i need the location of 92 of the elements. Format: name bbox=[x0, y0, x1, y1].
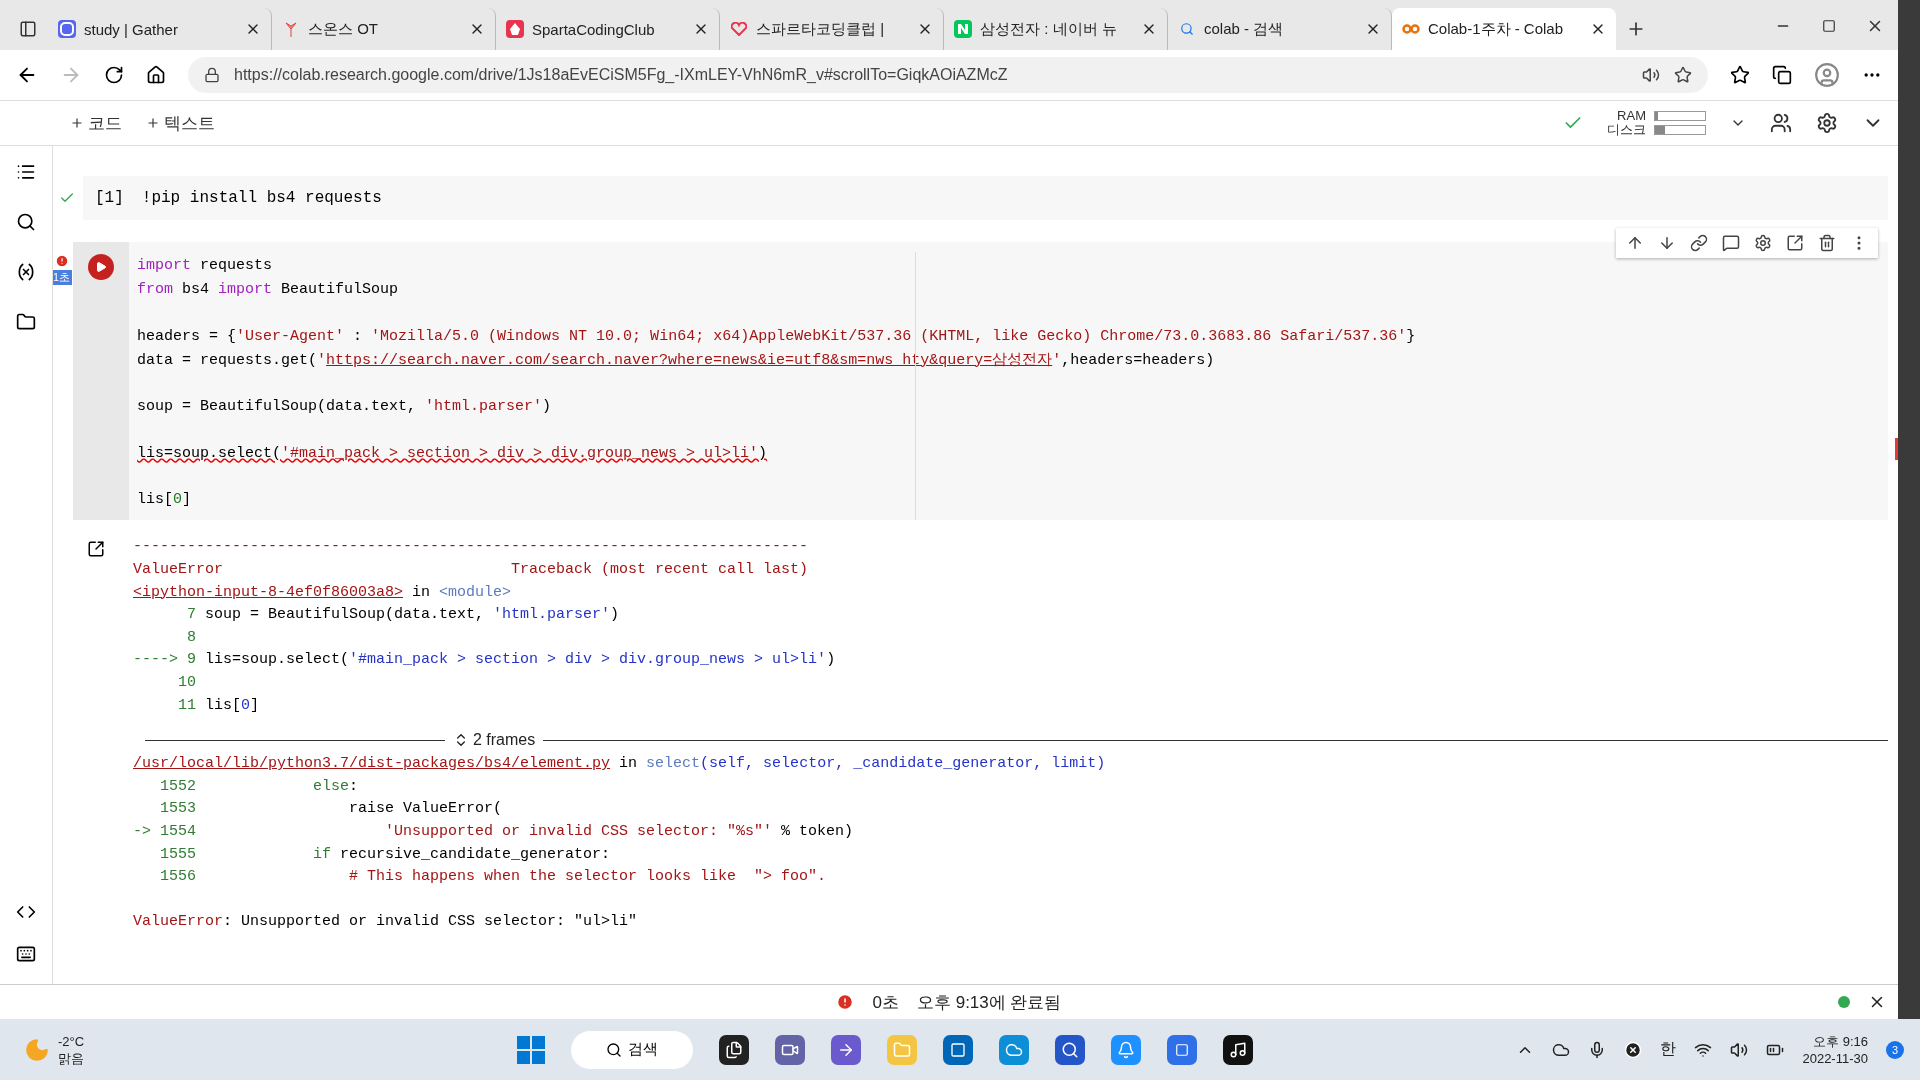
output-line: 10 bbox=[177, 672, 197, 693]
browser-tab[interactable]: SpartaCodingClub bbox=[496, 8, 720, 50]
ime-indicator[interactable]: 한 bbox=[1660, 1039, 1677, 1060]
output-icon[interactable] bbox=[87, 540, 105, 559]
code-editor[interactable] bbox=[129, 242, 1888, 521]
code-line: headers = {'User-Agent' : 'Mozilla/5.0 (Windows NT 10.0; Win64; x64)AppleWebKit/537.36 (KHTML, like Gecko) Chrome/73.0.3683.86 Safari/537.36'} bbox=[137, 326, 1417, 347]
code-line: import requests bbox=[137, 256, 274, 276]
heart-icon bbox=[730, 20, 748, 38]
code-cell[interactable]: [1] !pip install bs4 requests bbox=[83, 176, 1888, 220]
code-line: !pip install bs4 requests bbox=[141, 189, 382, 207]
output-line: 1556 # This happens when the selector looks like "> foo". bbox=[159, 867, 828, 888]
code-line: lis[0] bbox=[137, 490, 193, 511]
app-icon[interactable] bbox=[1167, 1034, 1198, 1065]
clock-date: 2022-11-30 bbox=[1802, 1049, 1868, 1067]
output-line: ----> 9 lis=soup.select('#main_pack > section > div > div.group_news > ul>li') bbox=[133, 650, 837, 671]
browser-tab[interactable]: Colab-1주차 - Colab bbox=[1392, 8, 1616, 50]
frames-toggle[interactable]: 2 frames bbox=[453, 731, 536, 750]
weather-text: 맑음 bbox=[58, 1049, 85, 1067]
output-line: 1553 raise ValueError( bbox=[159, 799, 504, 820]
home-icon[interactable] bbox=[146, 65, 166, 85]
search-app-icon[interactable] bbox=[1055, 1034, 1086, 1065]
output-line: ValueError: Unsupported or invalid CSS selector: "ul>li" bbox=[133, 912, 639, 933]
settings-icon[interactable] bbox=[1754, 234, 1772, 252]
notification-badge[interactable]: 3 bbox=[1886, 1040, 1904, 1059]
ram-label: RAM bbox=[1616, 109, 1646, 123]
task-view-icon[interactable] bbox=[719, 1034, 750, 1065]
output-line: -> 1554 'Unsupported or invalid CSS selector: "%s"' % token) bbox=[133, 821, 855, 842]
elapsed-time: 0초 bbox=[872, 991, 899, 1014]
ram-meter bbox=[1654, 111, 1706, 121]
search-icon bbox=[606, 1041, 623, 1058]
add-text-button[interactable]: 텍스트 bbox=[146, 111, 215, 135]
search-icon[interactable] bbox=[16, 212, 36, 232]
output-line: <ipython-input-8-4ef0f86003a8> in <module> bbox=[133, 582, 513, 603]
plus-icon bbox=[146, 116, 160, 130]
link-icon[interactable] bbox=[1690, 234, 1708, 252]
terminal-icon[interactable] bbox=[16, 944, 36, 964]
n-logo-icon bbox=[954, 20, 972, 38]
clock-time: 오후 9:16 bbox=[1812, 1032, 1868, 1050]
browser-tab[interactable]: 스파르타코딩클럽 | bbox=[720, 8, 944, 50]
browser-tab[interactable]: 삼성전자 : 네이버 뉴 bbox=[944, 8, 1168, 50]
code-line: from bs4 import BeautifulSoup bbox=[137, 280, 400, 300]
variables-icon[interactable] bbox=[16, 262, 36, 282]
disk-meter bbox=[1654, 125, 1706, 135]
run-button[interactable] bbox=[88, 254, 114, 280]
comment-icon[interactable] bbox=[1722, 234, 1740, 252]
favorite-icon[interactable] bbox=[1674, 66, 1692, 84]
add-code-button[interactable]: 코드 bbox=[70, 111, 122, 135]
browser-tab[interactable]: colab - 검색 bbox=[1168, 8, 1392, 50]
profile-icon[interactable] bbox=[1814, 62, 1840, 88]
output-line: 11 lis[0] bbox=[177, 695, 261, 716]
mirror-cell-icon[interactable] bbox=[1786, 234, 1804, 252]
address-bar[interactable]: https://colab.research.google.com/drive/1Js18aEvECiSM5Fg_-IXmLEY-VhN6mR_v#scrollTo=GiqkAOiAZMcZ bbox=[188, 57, 1708, 93]
settings-icon[interactable] bbox=[1816, 112, 1838, 134]
error-icon bbox=[836, 993, 855, 1011]
disk-label: 디스크 bbox=[1607, 123, 1646, 137]
output-line: ValueError Traceback (most recent call last) bbox=[133, 559, 810, 580]
browser-tab[interactable]: 스온스 OT bbox=[272, 8, 496, 50]
output-line: 8 bbox=[186, 627, 197, 648]
reload-icon[interactable] bbox=[104, 65, 124, 85]
output-line: --------------------------------------------------------------------------- bbox=[133, 537, 810, 558]
volume-icon[interactable] bbox=[1730, 1040, 1749, 1059]
favorites-icon[interactable] bbox=[1730, 65, 1750, 85]
music-note-icon[interactable] bbox=[1223, 1034, 1254, 1065]
close-circle-icon[interactable] bbox=[1624, 1040, 1643, 1059]
browser-tab[interactable]: study | Gather bbox=[48, 8, 272, 50]
gather-icon bbox=[58, 20, 76, 38]
output-line: 1552 else: bbox=[159, 776, 360, 797]
read-aloud-icon[interactable] bbox=[1642, 66, 1660, 84]
elapsed-badge: 1초 bbox=[53, 270, 73, 285]
execution-count: [1] bbox=[95, 189, 124, 207]
toc-icon[interactable] bbox=[16, 162, 36, 182]
output-line: 7 soup = BeautifulSoup(data.text, 'html.parser') bbox=[186, 605, 621, 626]
folder-icon[interactable] bbox=[16, 312, 36, 332]
delete-icon[interactable] bbox=[1818, 234, 1836, 252]
plus-icon bbox=[70, 116, 84, 130]
error-icon bbox=[54, 254, 69, 268]
move-up-icon[interactable] bbox=[1626, 234, 1644, 252]
output-line: /usr/local/lib/python3.7/dist-packages/bs4/element.py in select(self, selector, _candidate_generator, limit) bbox=[133, 754, 1107, 775]
share-icon[interactable] bbox=[1770, 112, 1792, 134]
taskbar-search[interactable]: 검색 bbox=[571, 1030, 694, 1069]
windows-start-icon[interactable] bbox=[517, 1035, 546, 1064]
play-icon bbox=[95, 261, 107, 273]
status-message: 오후 9:13에 완료됨 bbox=[916, 991, 1062, 1014]
move-down-icon[interactable] bbox=[1658, 234, 1676, 252]
status-dot-icon bbox=[1838, 996, 1850, 1008]
collections-icon[interactable] bbox=[1772, 65, 1792, 85]
lock-icon bbox=[204, 67, 220, 83]
output-line: 1555 if recursive_candidate_generator: bbox=[159, 844, 612, 865]
temperature: -2°C bbox=[58, 1032, 85, 1050]
code-line: lis=soup.select('#main_pack > section > div > div.group_news > ul>li') bbox=[137, 443, 769, 464]
code-line: data = requests.get('https://search.naver.com/search.naver?where=news&ie=utf8&sm=nws_hty&query=삼성전자',headers=headers) bbox=[137, 350, 1216, 371]
code-line: soup = BeautifulSoup(data.text, 'html.parser') bbox=[137, 397, 553, 418]
